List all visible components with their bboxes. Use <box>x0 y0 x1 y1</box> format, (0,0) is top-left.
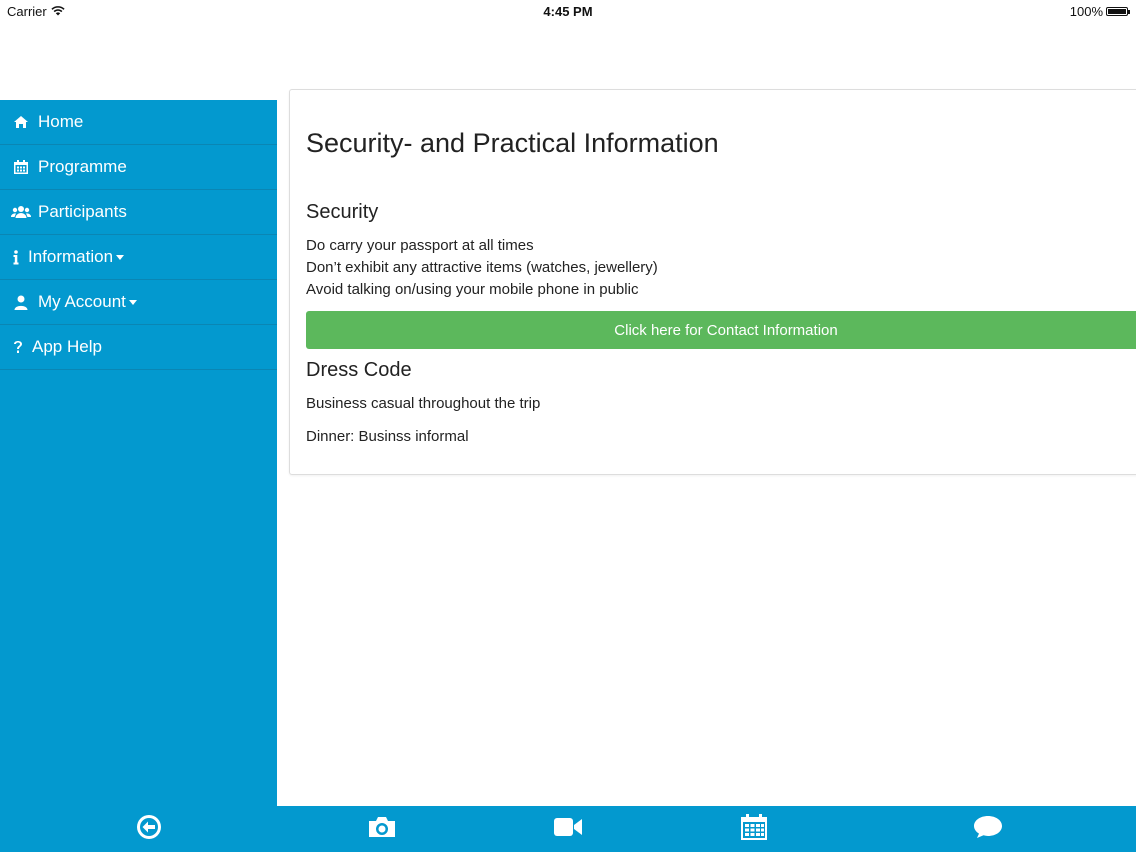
battery-percent: 100% <box>1069 4 1103 19</box>
battery-icon <box>1106 7 1130 16</box>
contact-information-button[interactable]: Click here for Contact Information <box>306 311 1136 349</box>
sidebar-item-label: My Account <box>38 292 126 311</box>
camera-button[interactable] <box>352 806 412 852</box>
users-icon <box>11 205 31 219</box>
chevron-down-icon <box>128 299 137 305</box>
chevron-down-icon <box>116 254 125 260</box>
sidebar-item-label: Programme <box>38 157 127 176</box>
back-button[interactable] <box>119 806 179 852</box>
status-bar: Carrier 4:45 PM 100% <box>0 0 1136 24</box>
sidebar-item-information[interactable]: Information <box>0 235 277 280</box>
home-icon <box>11 115 31 129</box>
calendar-icon <box>740 813 768 846</box>
sidebar-item-home[interactable]: Home <box>0 100 277 145</box>
dress-code-line: Business casual throughout the trip <box>306 395 541 412</box>
video-button[interactable] <box>538 806 598 852</box>
sidebar-item-label: App Help <box>32 337 102 356</box>
sidebar-item-my-account[interactable]: My Account <box>0 280 277 325</box>
sidebar-item-participants[interactable]: Participants <box>0 190 277 235</box>
sidebar-item-label: Home <box>38 112 84 131</box>
user-icon <box>11 295 31 310</box>
question-icon <box>11 340 25 354</box>
battery-indicator: 100% <box>1069 4 1130 19</box>
calendar-icon <box>11 159 31 175</box>
content-panel: Security- and Practical Information Secu… <box>289 89 1136 475</box>
camera-icon <box>367 815 397 844</box>
back-circle-icon <box>136 814 162 845</box>
calendar-button[interactable] <box>724 806 784 852</box>
sidebar-item-programme[interactable]: Programme <box>0 145 277 190</box>
video-camera-icon <box>553 817 583 842</box>
sidebar-item-label: Participants <box>38 202 127 221</box>
bottom-tab-bar <box>0 806 1136 852</box>
sidebar-item-label: Information <box>28 247 114 266</box>
clock: 4:45 PM <box>543 4 593 19</box>
security-line: Don’t exhibit any attractive items (watc… <box>306 259 658 276</box>
dress-code-heading: Dress Code <box>306 359 412 381</box>
page-title: Security- and Practical Information <box>306 128 719 158</box>
chat-bubble-icon <box>973 815 1003 844</box>
chat-button[interactable] <box>958 806 1018 852</box>
sidebar-item-app-help[interactable]: App Help <box>0 325 277 370</box>
dress-code-line: Dinner: Businss informal <box>306 428 469 445</box>
sidebar-nav: Home Programme Participants Information … <box>0 100 277 806</box>
security-list: Do carry your passport at all times Don’… <box>306 235 658 301</box>
security-line: Avoid talking on/using your mobile phone… <box>306 281 639 298</box>
info-icon <box>11 249 21 265</box>
security-heading: Security <box>306 201 379 223</box>
security-line: Do carry your passport at all times <box>306 237 534 254</box>
